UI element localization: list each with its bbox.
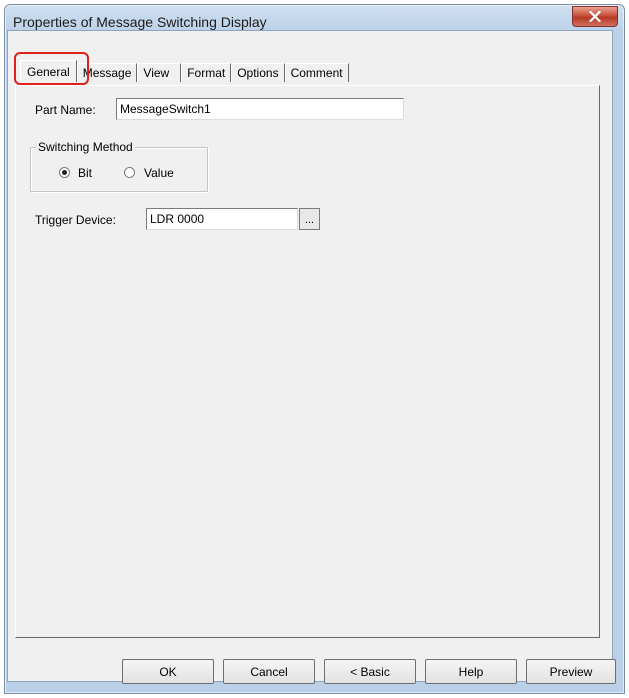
window-title: Properties of Message Switching Display (13, 14, 267, 30)
help-button[interactable]: Help (425, 659, 517, 684)
close-icon (589, 11, 601, 22)
close-button[interactable] (572, 6, 618, 27)
value-radio-label: Value (144, 166, 174, 180)
cancel-button[interactable]: Cancel (223, 659, 315, 684)
ok-button[interactable]: OK (122, 659, 214, 684)
tab-format[interactable]: Format (181, 63, 232, 82)
tab-view[interactable]: View (137, 63, 182, 82)
basic-button[interactable]: < Basic (324, 659, 416, 684)
tab-strip: General Message View Format Options Comm… (20, 60, 349, 82)
bit-radio-label: Bit (78, 166, 93, 180)
trigger-device-field[interactable]: LDR 0000 (146, 208, 298, 230)
preview-button[interactable]: Preview (526, 659, 616, 684)
browse-device-button[interactable]: ... (299, 208, 320, 230)
tab-message[interactable]: Message (76, 63, 138, 82)
part-name-field[interactable]: MessageSwitch1 (116, 98, 404, 120)
trigger-device-label: Trigger Device: (35, 213, 116, 227)
part-name-label: Part Name: (35, 103, 96, 117)
tab-comment[interactable]: Comment (284, 63, 349, 82)
tab-general[interactable]: General (20, 60, 77, 82)
switching-method-label: Switching Method (36, 140, 135, 154)
tab-options[interactable]: Options (231, 63, 285, 82)
value-radio[interactable] (124, 167, 135, 178)
bit-radio[interactable] (59, 167, 70, 178)
